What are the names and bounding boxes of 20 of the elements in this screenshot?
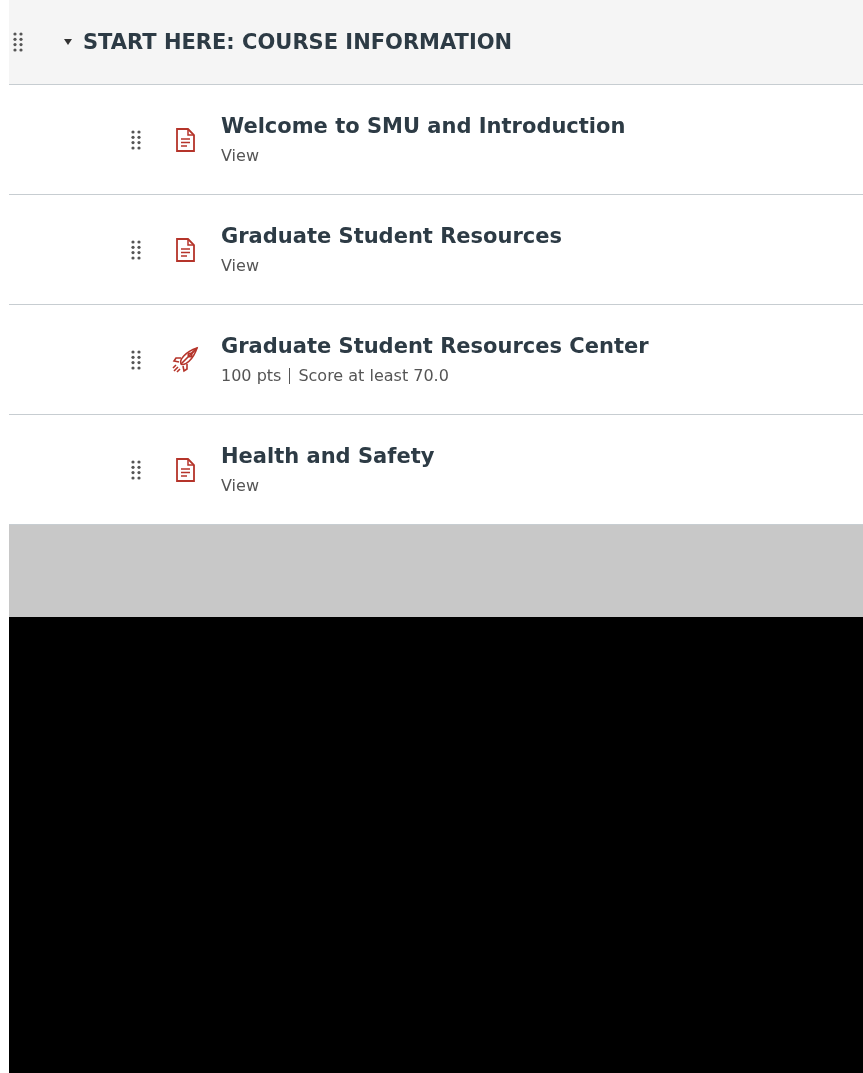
module-item[interactable]: Graduate Student Resources View: [9, 195, 863, 305]
item-title[interactable]: Health and Safety: [221, 444, 435, 468]
item-detail: View: [221, 256, 259, 275]
item-title[interactable]: Graduate Student Resources: [221, 224, 563, 248]
module-item[interactable]: Welcome to SMU and Introduction View: [9, 85, 863, 195]
item-detail: 100 pts: [221, 366, 282, 385]
caret-icon[interactable]: [63, 38, 73, 46]
drag-handle-icon[interactable]: [131, 459, 141, 480]
drag-handle-icon[interactable]: [131, 349, 141, 370]
module-title: START HERE: COURSE INFORMATION: [83, 30, 513, 54]
module-item[interactable]: Graduate Student Resources Center 100 pts Score at least 70.0: [9, 305, 863, 415]
item-detail: Score at least 70.0: [298, 366, 449, 385]
drag-handle-icon[interactable]: [131, 239, 141, 260]
item-title[interactable]: Welcome to SMU and Introduction: [221, 114, 626, 138]
item-detail: View: [221, 476, 259, 495]
rocket-icon: [171, 345, 199, 374]
item-title[interactable]: Graduate Student Resources Center: [221, 334, 649, 358]
item-detail: View: [221, 146, 259, 165]
drag-handle-icon[interactable]: [13, 32, 23, 52]
drag-handle-icon[interactable]: [131, 129, 141, 150]
